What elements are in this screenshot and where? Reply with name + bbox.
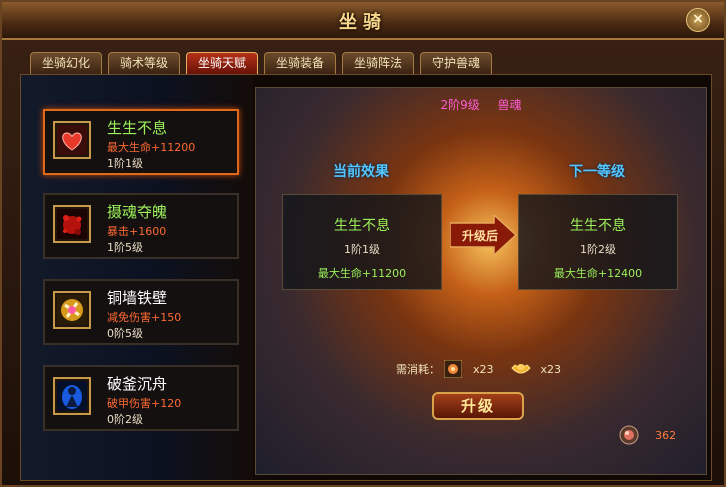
talent-card[interactable]: 摄魂夺魄 暴击+1600 1阶5级 [43,193,239,259]
talent-level: 1阶5级 [107,241,143,254]
window-title: 坐骑 [339,12,387,33]
current-talent-attr: 最大生命+11200 [317,267,407,280]
tab-mount-talent[interactable]: 坐骑天赋 [186,52,258,74]
gold-ingot-icon [511,364,531,374]
upgrade-arrow-icon: 升级后 [450,215,518,255]
cost-label: 需消耗： [396,363,440,376]
title-bar: 坐骑 × [2,2,724,40]
talent-attr: 最大生命+11200 [107,141,196,154]
talent-card[interactable]: 破釜沉舟 破甲伤害+120 0阶2级 [43,365,239,431]
talent-card[interactable]: 铜墙铁壁 减免伤害+150 0阶5级 [43,279,239,345]
talent-name: 破釜沉舟 [107,375,168,393]
red-splash-icon [53,205,91,243]
close-button[interactable]: × [686,8,710,32]
soul-orb-icon [443,360,462,378]
blue-warrior-icon [53,377,91,415]
tab-riding-level[interactable]: 骑术等级 [108,52,180,74]
soul-orb-counter: 362 [618,424,698,446]
soul-orb-count: 362 [655,428,677,442]
current-effect-heading: 当前效果 [333,164,389,180]
tab-mount-formation[interactable]: 坐骑阵法 [342,52,414,74]
next-level-heading: 下一等级 [569,164,625,180]
soul-level-text: 2阶9级 [440,98,480,112]
talent-detail-panel: 2阶9级 兽魂 当前效果 下一等级 生生不息 1阶1级 最大生命+11200 升… [255,87,707,475]
next-talent-name: 生生不息 [570,218,626,234]
arrow-label: 升级后 [462,228,498,243]
talent-level: 1阶1级 [107,157,143,170]
next-talent-attr: 最大生命+12400 [553,267,643,280]
talent-level: 0阶5级 [107,327,143,340]
current-talent-name: 生生不息 [334,218,390,234]
upgrade-cost: 需消耗： x23 x23 [396,360,561,380]
tab-guardian-soul[interactable]: 守护兽魂 [420,52,492,74]
mount-window: 坐骑 × 坐骑幻化 骑术等级 坐骑天赋 坐骑装备 坐骑阵法 守护兽魂 生生不息 … [0,0,726,487]
talent-name: 摄魂夺魄 [107,203,168,221]
cost-qty-gold: x23 [540,362,562,376]
current-effect-box: 生生不息 1阶1级 最大生命+11200 [282,194,442,290]
cost-qty-soul: x23 [473,362,494,376]
talent-name: 铜墙铁壁 [107,289,168,307]
next-effect-box: 生生不息 1阶2级 最大生命+12400 [518,194,678,290]
talent-name: 生生不息 [107,119,168,137]
detail-header: 2阶9级 兽魂 [256,96,706,113]
next-talent-level: 1阶2级 [580,243,616,256]
current-talent-level: 1阶1级 [344,243,380,256]
talent-attr: 暴击+1600 [107,225,167,238]
tab-mount-transform[interactable]: 坐骑幻化 [30,52,102,74]
talent-attr: 减免伤害+150 [107,311,182,324]
soul-title: 兽魂 [497,98,522,112]
upgrade-button[interactable]: 升级 [432,392,524,420]
talent-level: 0阶2级 [107,413,143,426]
soul-orb-icon [619,425,639,445]
talent-list: 生生不息 最大生命+11200 1阶1级 摄魂夺魄 暴击+1600 1阶5级 铜… [21,75,253,480]
content-panel: 生生不息 最大生命+11200 1阶1级 摄魂夺魄 暴击+1600 1阶5级 铜… [20,74,712,481]
heart-icon [53,121,91,159]
tab-mount-equipment[interactable]: 坐骑装备 [264,52,336,74]
shield-burst-icon [53,291,91,329]
talent-attr: 破甲伤害+120 [107,397,182,410]
talent-card[interactable]: 生生不息 最大生命+11200 1阶1级 [43,109,239,175]
